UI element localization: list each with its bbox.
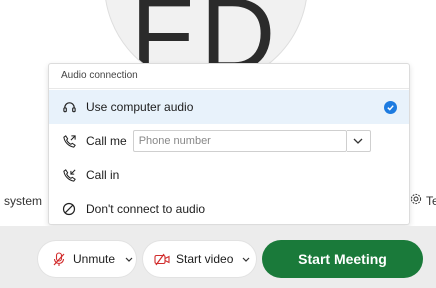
microphone-muted-icon bbox=[53, 251, 65, 267]
phone-outgoing-icon bbox=[61, 133, 77, 149]
meeting-controls-bar: Unmute Start video Start Meeting bbox=[0, 226, 436, 288]
no-audio-icon bbox=[61, 201, 77, 217]
phone-number-input[interactable] bbox=[132, 130, 347, 152]
gear-icon bbox=[410, 193, 422, 208]
option-use-computer-audio[interactable]: Use computer audio bbox=[49, 90, 409, 124]
option-dont-connect-audio[interactable]: Don't connect to audio bbox=[49, 192, 409, 226]
side-label-left: system bbox=[4, 194, 43, 208]
unmute-label: Unmute bbox=[73, 252, 116, 266]
audio-connection-menu: Audio connection Use computer audio Call… bbox=[48, 63, 410, 225]
audio-connection-header: Audio connection bbox=[49, 64, 409, 89]
option-label: Use computer audio bbox=[86, 100, 194, 114]
option-label: Don't connect to audio bbox=[86, 202, 206, 216]
chevron-down-icon[interactable] bbox=[125, 257, 133, 262]
start-video-label: Start video bbox=[176, 252, 234, 266]
chevron-down-icon[interactable] bbox=[242, 257, 250, 262]
option-label: Call in bbox=[86, 168, 120, 182]
option-label: Call me bbox=[86, 134, 127, 148]
phone-incoming-icon bbox=[61, 167, 77, 183]
start-meeting-button[interactable]: Start Meeting bbox=[262, 240, 423, 278]
option-call-me[interactable]: Call me bbox=[49, 124, 409, 158]
unmute-button[interactable]: Unmute bbox=[38, 241, 136, 277]
meeting-preview: FD system Te Audio connection Use comput… bbox=[0, 0, 436, 288]
selected-check-icon bbox=[384, 101, 397, 114]
headset-icon bbox=[61, 99, 77, 115]
start-video-button[interactable]: Start video bbox=[143, 241, 256, 277]
settings-shortcut[interactable]: Te bbox=[410, 193, 436, 208]
camera-off-icon bbox=[154, 253, 170, 266]
side-label-right: Te bbox=[426, 193, 436, 208]
chevron-down-icon bbox=[353, 138, 363, 144]
option-call-in[interactable]: Call in bbox=[49, 158, 409, 192]
country-code-dropdown[interactable] bbox=[346, 130, 371, 152]
